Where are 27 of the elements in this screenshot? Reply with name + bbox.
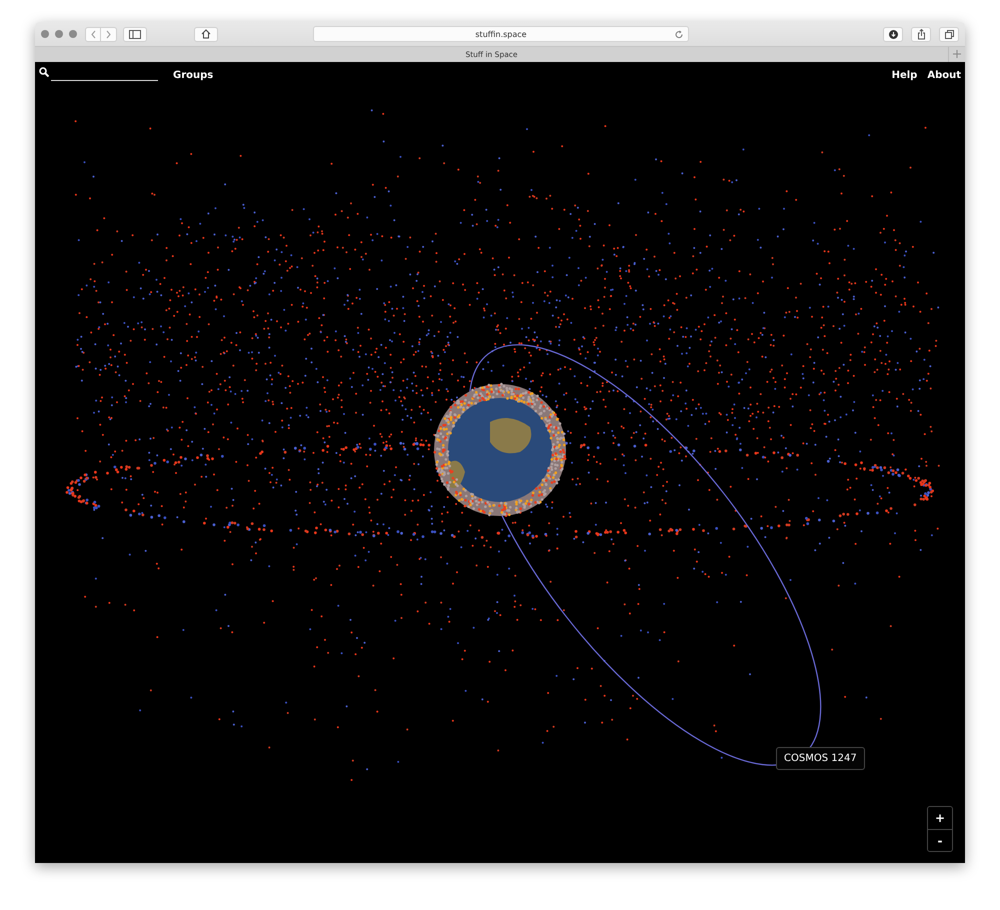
- nav-link[interactable]: Groups: [173, 70, 214, 80]
- download-button[interactable]: [883, 26, 903, 42]
- sidebar-icon: [129, 30, 141, 38]
- home-button[interactable]: [194, 26, 218, 42]
- url-text: stuffin.space: [475, 30, 527, 38]
- download-icon: [888, 30, 898, 38]
- search-icon: [39, 67, 49, 77]
- window-close-dot[interactable]: [41, 30, 49, 38]
- nav-link[interactable]: Help: [892, 70, 918, 80]
- plus-icon: [953, 50, 961, 58]
- share-button[interactable]: [911, 26, 931, 42]
- window-minimize-dot[interactable]: [55, 30, 63, 38]
- sidebar-button[interactable]: [123, 26, 147, 42]
- nav-link[interactable]: About: [927, 70, 961, 80]
- window-zoom-dot[interactable]: [69, 30, 77, 38]
- tabs-button[interactable]: [939, 26, 959, 42]
- reload-icon: [675, 30, 684, 39]
- chevron-right-icon: [105, 30, 112, 38]
- home-icon: [201, 29, 211, 39]
- back-button[interactable]: [85, 26, 101, 42]
- satellite-tooltip: COSMOS 1247: [776, 747, 865, 770]
- forward-button[interactable]: [101, 26, 117, 42]
- chevron-left-icon: [90, 30, 96, 38]
- zoom-out-button[interactable]: -: [928, 829, 952, 851]
- share-icon: [916, 28, 926, 40]
- address-bar[interactable]: stuffin.space: [313, 26, 689, 42]
- tabs-icon: [944, 30, 954, 38]
